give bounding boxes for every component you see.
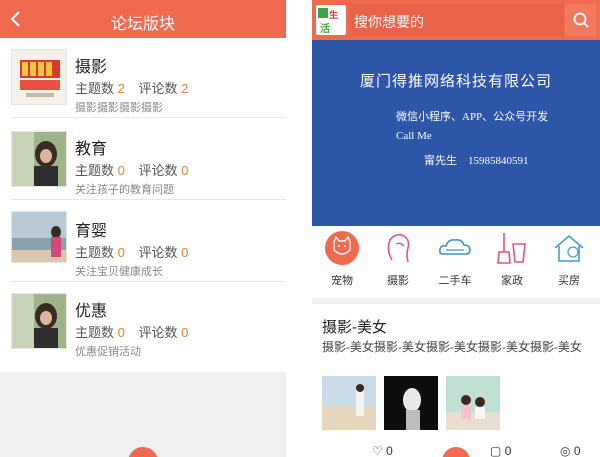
logo-mark	[318, 8, 328, 18]
post-image[interactable]	[446, 376, 500, 430]
comments-count: 2	[181, 81, 189, 96]
topics-label: 主题数	[75, 245, 115, 260]
forum-stats: 主题数 0 评论数 0	[75, 242, 198, 261]
forum-thumbnail	[11, 49, 67, 105]
header-bar: 论坛版块	[0, 0, 286, 38]
category-grid: 宠物 摄影 二手车 家政 买房	[312, 226, 600, 298]
comments-label: 评论数	[138, 325, 178, 340]
topics-count: 0	[117, 245, 125, 260]
forum-row-deals[interactable]: 优惠 主题数 0 评论数 0 优惠促销活动	[0, 282, 286, 362]
forum-thumbnail	[11, 293, 67, 349]
comments-label: 评论数	[138, 163, 178, 178]
category-label: 宠物	[331, 275, 353, 287]
forum-stats: 主题数 0 评论数 0	[75, 322, 198, 341]
app-logo[interactable]: 生 活	[316, 5, 346, 35]
forum-name: 优惠	[75, 303, 108, 320]
forum-thumbnail	[11, 211, 67, 263]
forum-name: 摄影	[75, 59, 108, 76]
likes[interactable]: ♡ 0	[372, 444, 393, 457]
comments-count: 0	[181, 245, 189, 260]
topics-label: 主题数	[75, 163, 115, 178]
logo-text-bottom: 活	[320, 24, 330, 35]
views-count: 0	[573, 444, 581, 457]
banner[interactable]: 厦门得推网络科技有限公司 微信小程序、APP、公众号开发 Call Me 甯先生…	[312, 40, 600, 226]
banner-call: Call Me	[396, 130, 432, 142]
comments-label: 评论数	[138, 245, 178, 260]
topics-label: 主题数	[75, 325, 115, 340]
banner-services: 微信小程序、APP、公众号开发	[396, 111, 549, 123]
forum-description: 关注孩子的教育问题	[75, 184, 174, 196]
category-buy-house[interactable]: 买房	[544, 230, 594, 288]
forum-screen: 论坛版块 摄影 主题数 2 评论数 2 摄影摄影摄影摄影 教育 主题数 0 评论…	[0, 0, 286, 457]
forum-thumbnail	[11, 131, 67, 187]
topics-count: 0	[117, 325, 125, 340]
cloud-car-icon	[437, 230, 473, 266]
logo-text-top: 生	[329, 10, 339, 20]
category-label: 二手车	[438, 275, 472, 287]
post-title[interactable]: 摄影-美女	[322, 316, 387, 337]
search-input[interactable]: 搜你想要的	[350, 4, 564, 36]
comments-count: 0	[504, 444, 512, 457]
cat-icon	[324, 230, 360, 266]
forum-name: 育婴	[75, 223, 108, 240]
comments-count: 0	[181, 325, 189, 340]
forum-stats: 主题数 0 评论数 0	[75, 160, 198, 179]
empty-area	[0, 372, 286, 457]
category-pets[interactable]: 宠物	[317, 230, 367, 288]
forum-description: 摄影摄影摄影摄影	[75, 102, 163, 114]
post-excerpt[interactable]: 摄影-美女摄影-美女摄影-美女摄影-美女摄影-美女	[322, 339, 592, 356]
topics-count: 0	[117, 163, 125, 178]
eye-icon: ◎	[560, 444, 571, 457]
post-image[interactable]	[384, 376, 438, 430]
comments-label: 评论数	[138, 81, 178, 96]
search-bar: 生 活 搜你想要的	[312, 0, 600, 40]
category-label: 买房	[558, 275, 580, 287]
forum-list: 摄影 主题数 2 评论数 2 摄影摄影摄影摄影 教育 主题数 0 评论数 0 关…	[0, 38, 286, 372]
likes-count: 0	[386, 444, 393, 457]
divider	[11, 117, 286, 118]
home-screen: 生 活 搜你想要的 厦门得推网络科技有限公司 微信小程序、APP、公众号开发 C…	[312, 0, 600, 457]
forum-row-education[interactable]: 教育 主题数 0 评论数 0 关注孩子的教育问题	[0, 120, 286, 200]
center-action-button[interactable]	[442, 447, 470, 457]
forum-description: 关注宝贝健康成长	[75, 266, 163, 278]
topics-label: 主题数	[75, 81, 115, 96]
page-title: 论坛版块	[110, 16, 175, 33]
category-photography[interactable]: 摄影	[373, 230, 423, 288]
category-label: 摄影	[387, 275, 409, 287]
search-placeholder: 搜你想要的	[354, 14, 424, 30]
heart-icon: ♡	[372, 444, 383, 457]
forum-stats: 主题数 2 评论数 2	[75, 78, 198, 97]
topics-count: 2	[117, 81, 125, 96]
section-divider	[312, 298, 600, 304]
banner-contact: 甯先生 15985840591	[424, 155, 529, 167]
woman-head-icon	[380, 230, 416, 266]
divider	[11, 199, 286, 200]
comments-count: 0	[181, 163, 189, 178]
search-icon	[573, 12, 589, 28]
views: ◎ 0	[560, 444, 581, 457]
broom-bucket-icon	[494, 230, 530, 266]
forum-row-baby[interactable]: 育婴 主题数 0 评论数 0 关注宝贝健康成长	[0, 202, 286, 282]
comment-icon: ▢	[490, 444, 502, 457]
forum-name: 教育	[75, 141, 108, 158]
search-button[interactable]	[565, 4, 596, 36]
house-yen-icon	[551, 230, 587, 266]
post-image[interactable]	[322, 376, 376, 430]
forum-row-photography[interactable]: 摄影 主题数 2 评论数 2 摄影摄影摄影摄影	[0, 38, 286, 118]
comments[interactable]: ▢ 0	[490, 444, 511, 457]
category-housekeeping[interactable]: 家政	[487, 230, 537, 288]
forum-description: 优惠促销活动	[75, 346, 141, 358]
category-used-cars[interactable]: 二手车	[430, 230, 480, 288]
category-label: 家政	[501, 275, 523, 287]
banner-company: 厦门得推网络科技有限公司	[359, 74, 552, 90]
